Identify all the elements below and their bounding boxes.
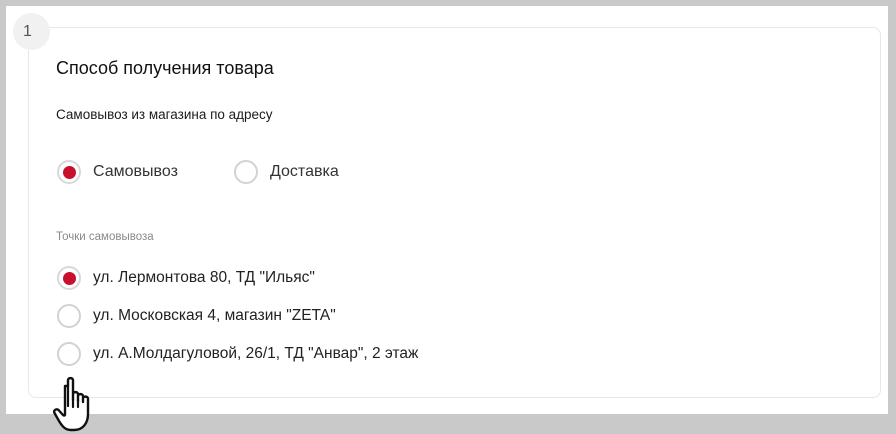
hand-pointer-icon (52, 376, 90, 432)
section-title: Способ получения товара (56, 58, 274, 78)
pickup-point-radio[interactable] (57, 266, 81, 290)
pickup-point-label: ул. А.Молдагуловой, 26/1, ТД "Анвар", 2 … (93, 345, 419, 362)
pickup-point-radio[interactable] (57, 304, 81, 328)
radio-selected-dot (62, 165, 76, 179)
pickup-point-item[interactable]: ул. Лермонтова 80, ТД "Ильяс" (57, 266, 315, 290)
pickup-point-radio[interactable] (57, 342, 81, 366)
pickup-point-label: ул. Лермонтова 80, ТД "Ильяс" (93, 269, 315, 286)
pickup-points-label: Точки самовывоза (56, 231, 154, 243)
pickup-point-item[interactable]: ул. Московская 4, магазин "ZETA" (57, 304, 336, 328)
radio-delivery[interactable] (234, 160, 258, 184)
step-number-badge: 1 (13, 13, 50, 50)
radio-option-delivery[interactable]: Доставка (234, 160, 339, 184)
radio-delivery-label: Доставка (270, 163, 339, 180)
radio-selected-dot (62, 271, 76, 285)
pickup-point-item[interactable]: ул. А.Молдагуловой, 26/1, ТД "Анвар", 2 … (57, 342, 418, 366)
radio-pickup-label: Самовывоз (93, 163, 178, 180)
pickup-point-label: ул. Московская 4, магазин "ZETA" (93, 307, 336, 324)
section-subtitle: Самовывоз из магазина по адресу (56, 107, 273, 122)
radio-option-pickup[interactable]: Самовывоз (57, 160, 178, 184)
radio-pickup[interactable] (57, 160, 81, 184)
step-number: 1 (23, 22, 32, 40)
